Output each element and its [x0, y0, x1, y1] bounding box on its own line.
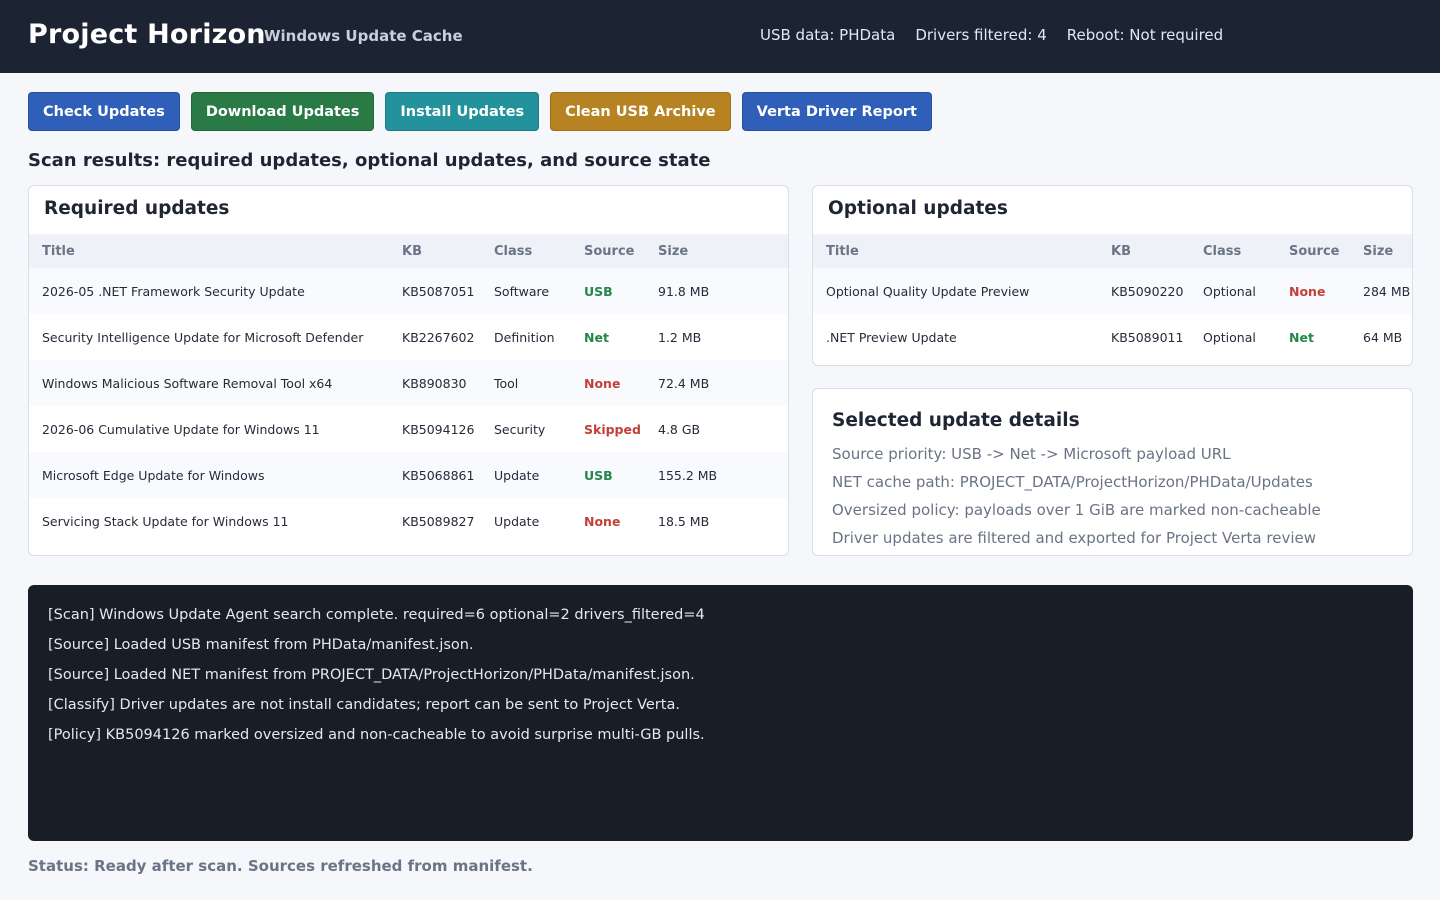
update-source: USB — [584, 283, 613, 299]
update-size: 284 MB — [1363, 283, 1411, 299]
update-title: 2026-05 .NET Framework Security Update — [42, 283, 305, 299]
header-stats: USB data: PHData Drivers filtered: 4 Reb… — [760, 26, 1223, 44]
required-updates-title: Required updates — [44, 198, 230, 219]
status-text: Status: Ready after scan. Sources refres… — [28, 857, 533, 875]
log-console[interactable]: [Scan] Windows Update Agent search compl… — [28, 585, 1413, 841]
update-kb: KB5068861 — [402, 467, 475, 483]
update-source: Net — [1289, 329, 1314, 345]
table-row[interactable]: 2026-06 Cumulative Update for Windows 11… — [29, 406, 788, 452]
details-oversized-policy: Oversized policy: payloads over 1 GiB ar… — [832, 501, 1321, 519]
download-updates-button[interactable]: Download Updates — [190, 92, 375, 131]
optional-updates-panel: Optional updates Title KB Class Source S… — [812, 185, 1413, 366]
update-source: Skipped — [584, 421, 641, 437]
update-source: None — [584, 375, 621, 391]
reboot-stat: Reboot: Not required — [1066, 26, 1224, 44]
update-kb: KB5089011 — [1111, 329, 1184, 345]
table-row[interactable]: .NET Preview Update KB5089011 Optional N… — [813, 314, 1412, 360]
required-updates-table: Title KB Class Source Size 2026-05 .NET … — [29, 234, 788, 544]
update-size: 64 MB — [1363, 329, 1403, 345]
update-kb: KB5089827 — [402, 513, 475, 529]
update-kb: KB5094126 — [402, 421, 475, 437]
update-title: .NET Preview Update — [826, 329, 957, 345]
table-row[interactable]: 2026-05 .NET Framework Security Update K… — [29, 268, 788, 314]
update-class: Definition — [494, 329, 555, 345]
column-header-kb[interactable]: KB — [1111, 234, 1203, 268]
update-kb: KB5087051 — [402, 283, 475, 299]
update-title: Microsoft Edge Update for Windows — [42, 467, 265, 483]
update-class: Update — [494, 467, 540, 483]
update-title: Security Intelligence Update for Microso… — [42, 329, 364, 345]
details-title: Selected update details — [832, 410, 1080, 431]
update-source: Net — [584, 329, 609, 345]
table-row[interactable]: Microsoft Edge Update for Windows KB5068… — [29, 452, 788, 498]
column-header-source[interactable]: Source — [1289, 234, 1363, 268]
details-driver-policy: Driver updates are filtered and exported… — [832, 529, 1316, 547]
table-row[interactable]: Optional Quality Update Preview KB509022… — [813, 268, 1412, 314]
column-header-source[interactable]: Source — [584, 234, 658, 268]
optional-updates-table: Title KB Class Source Size Optional Qual… — [813, 234, 1412, 360]
table-header-row: Title KB Class Source Size — [813, 234, 1412, 268]
selected-update-details-panel: Selected update details Source priority:… — [812, 388, 1413, 556]
drivers-filtered-stat: Drivers filtered: 4 — [915, 26, 1047, 44]
usb-data-stat: USB data: PHData — [760, 26, 896, 44]
update-class: Security — [494, 421, 546, 437]
update-size: 1.2 MB — [658, 329, 702, 345]
column-header-class[interactable]: Class — [1203, 234, 1289, 268]
log-line: [Source] Loaded USB manifest from PHData… — [48, 637, 474, 653]
update-kb: KB5090220 — [1111, 283, 1184, 299]
table-row[interactable]: Windows Malicious Software Removal Tool … — [29, 360, 788, 406]
column-header-title[interactable]: Title — [813, 234, 1111, 268]
column-header-size[interactable]: Size — [658, 234, 788, 268]
column-header-class[interactable]: Class — [494, 234, 584, 268]
verta-driver-report-button[interactable]: Verta Driver Report — [741, 92, 932, 131]
update-class: Tool — [494, 375, 519, 391]
log-line: [Scan] Windows Update Agent search compl… — [48, 607, 705, 623]
update-source: USB — [584, 467, 613, 483]
update-source: None — [1289, 283, 1326, 299]
update-class: Optional — [1203, 329, 1256, 345]
required-updates-panel: Required updates Title KB Class Source S… — [28, 185, 789, 556]
update-kb: KB890830 — [402, 375, 467, 391]
column-header-size[interactable]: Size — [1363, 234, 1412, 268]
section-heading: Scan results: required updates, optional… — [28, 150, 711, 171]
update-title: Windows Malicious Software Removal Tool … — [42, 375, 333, 391]
update-source: None — [584, 513, 621, 529]
details-cache-path: NET cache path: PROJECT_DATA/ProjectHori… — [832, 473, 1313, 491]
update-class: Update — [494, 513, 540, 529]
log-line: [Source] Loaded NET manifest from PROJEC… — [48, 667, 695, 683]
update-class: Software — [494, 283, 550, 299]
app-subtitle: Windows Update Cache — [264, 27, 463, 45]
column-header-kb[interactable]: KB — [402, 234, 494, 268]
top-bar: Project Horizon Windows Update Cache USB… — [0, 0, 1440, 73]
details-source-priority: Source priority: USB -> Net -> Microsoft… — [832, 445, 1231, 463]
update-kb: KB2267602 — [402, 329, 475, 345]
clean-usb-archive-button[interactable]: Clean USB Archive — [550, 92, 731, 131]
table-row[interactable]: Security Intelligence Update for Microso… — [29, 314, 788, 360]
table-header-row: Title KB Class Source Size — [29, 234, 788, 268]
log-line: [Classify] Driver updates are not instal… — [48, 697, 680, 713]
update-size: 91.8 MB — [658, 283, 710, 299]
update-title: Servicing Stack Update for Windows 11 — [42, 513, 289, 529]
column-header-title[interactable]: Title — [29, 234, 402, 268]
install-updates-button[interactable]: Install Updates — [385, 92, 540, 131]
toolbar: Check Updates Download Updates Install U… — [28, 92, 932, 131]
check-updates-button[interactable]: Check Updates — [28, 92, 180, 131]
log-line: [Policy] KB5094126 marked oversized and … — [48, 727, 705, 743]
update-size: 155.2 MB — [658, 467, 718, 483]
optional-updates-title: Optional updates — [828, 198, 1008, 219]
update-title: Optional Quality Update Preview — [826, 283, 1030, 299]
update-class: Optional — [1203, 283, 1256, 299]
table-row[interactable]: Servicing Stack Update for Windows 11 KB… — [29, 498, 788, 544]
app-title: Project Horizon — [28, 19, 266, 50]
update-size: 18.5 MB — [658, 513, 710, 529]
update-title: 2026-06 Cumulative Update for Windows 11 — [42, 421, 320, 437]
update-size: 4.8 GB — [658, 421, 701, 437]
update-size: 72.4 MB — [658, 375, 710, 391]
